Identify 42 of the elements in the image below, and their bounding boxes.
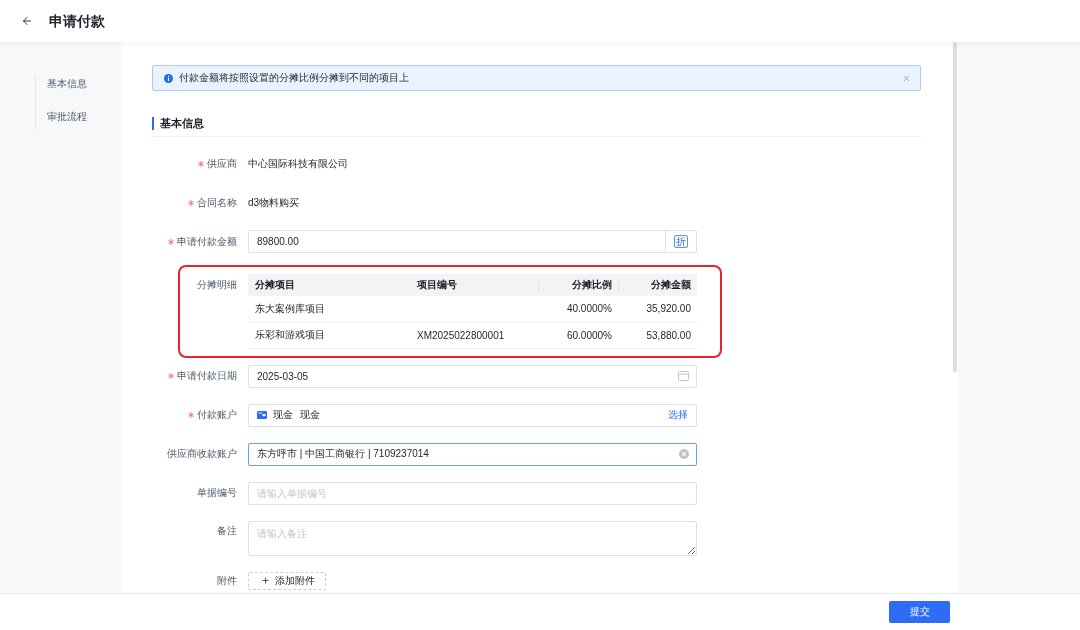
table-cell: 60.0000% (538, 322, 618, 348)
field-label: 附件 (217, 573, 237, 588)
select-link[interactable]: 选择 (668, 408, 688, 422)
submit-button[interactable]: 提交 (889, 601, 950, 623)
field-label: 分摊明细 (197, 278, 237, 292)
table-cell: 东大案例库项目 (248, 296, 410, 322)
column-header: 项目编号 (410, 274, 538, 296)
column-header: 分摊金额 (618, 274, 697, 296)
plus-icon (261, 576, 270, 585)
table-cell: XM2025022800001 (410, 322, 538, 348)
field-label: 申请付款金额 (177, 234, 237, 249)
column-header: 分摊比例 (538, 274, 618, 296)
field-label: 供应商 (207, 156, 237, 171)
close-icon[interactable] (902, 73, 911, 83)
clear-icon[interactable] (679, 449, 689, 459)
field-label: 单据编号 (197, 486, 237, 500)
column-header: 分摊项目 (248, 274, 410, 296)
nav-item[interactable]: 基本信息 (47, 75, 105, 93)
field-value: d3物料购买 (248, 195, 300, 210)
field-label: 供应商收款账户 (167, 447, 237, 461)
account-field[interactable]: 现金 现金 选择 (248, 403, 697, 427)
card-icon (257, 411, 267, 419)
discount-tag[interactable]: 折 (674, 235, 688, 248)
table-cell: 53,880.00 (618, 322, 697, 348)
field-label: 付款账户 (197, 408, 237, 422)
field-value: 中心国际科技有限公司 (248, 156, 348, 171)
table-cell: 35,920.00 (618, 296, 697, 322)
field-label: 合同名称 (197, 195, 237, 210)
select-field[interactable]: 东方呼市 | 中国工商银行 | 7109237014 (248, 442, 697, 466)
date-input[interactable]: 2025-03-05 (248, 364, 697, 388)
section-title: 基本信息 (152, 117, 204, 130)
calendar-icon[interactable] (678, 371, 689, 381)
table-cell: 乐彩和游戏项目 (248, 322, 410, 348)
page-title: 申请付款 (49, 12, 105, 30)
alert-text: 付款金额将按照设置的分摊比例分摊到不同的项目上 (179, 71, 410, 85)
back-arrow-icon[interactable] (21, 15, 33, 27)
field-label: 备注 (217, 523, 237, 538)
nav-item[interactable]: 审批流程 (47, 108, 105, 126)
info-icon (164, 73, 173, 83)
field-label: 申请付款日期 (177, 369, 237, 383)
table-cell: 40.0000% (538, 296, 618, 322)
add-attachment-button[interactable]: 添加附件 (248, 571, 326, 590)
